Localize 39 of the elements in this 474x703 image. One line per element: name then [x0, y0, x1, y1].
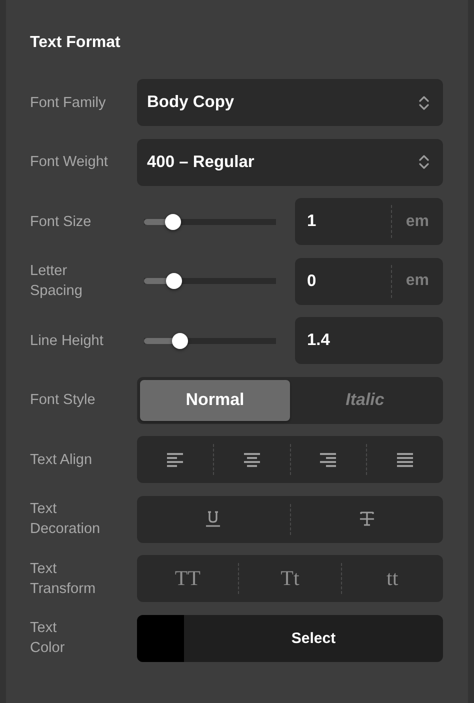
strikethrough-icon	[358, 511, 375, 527]
text-transform-button[interactable]: tt	[382, 564, 402, 593]
unit-label: em	[406, 272, 429, 290]
text-align-button[interactable]	[318, 450, 338, 468]
text-transform-button[interactable]: TT	[170, 564, 204, 593]
field-label: Font Family	[30, 94, 107, 112]
dropdown[interactable]: Body Copy	[137, 79, 443, 126]
field-label: Letter Spacing	[30, 262, 84, 301]
dropdown[interactable]: 400 – Regular	[137, 138, 443, 186]
panel-title: Text Format	[30, 34, 122, 53]
align-center-icon	[244, 452, 260, 466]
align-right-icon	[320, 452, 336, 466]
text-align-button[interactable]	[395, 450, 416, 468]
text-transform-button[interactable]: Tt	[276, 564, 304, 593]
unit-label: em	[406, 212, 429, 230]
field-label: Line Height	[30, 332, 104, 350]
slider-thumb[interactable]	[165, 214, 182, 230]
slider-thumb[interactable]	[166, 273, 182, 289]
field-label: Font Weight	[30, 153, 109, 172]
field-label: Font Style	[30, 391, 96, 410]
underline-icon	[205, 511, 222, 527]
field-label: Text Decoration	[30, 500, 102, 539]
chevron-updown-icon	[419, 154, 429, 170]
chevron-updown-icon	[419, 94, 429, 110]
style-option[interactable]: Normal	[140, 380, 290, 420]
number-field[interactable]: 1 em	[295, 198, 443, 245]
justify-icon	[397, 452, 414, 466]
number-field[interactable]: 0 em	[295, 258, 443, 304]
field-label: Font Size	[30, 212, 92, 232]
field-label: Text Align	[30, 450, 94, 470]
color-swatch[interactable]	[137, 614, 184, 662]
align-left-icon	[166, 452, 183, 466]
field-label: Text Transform	[30, 560, 97, 598]
style-option[interactable]: Italic	[290, 380, 440, 420]
field-label: Text Color	[30, 619, 66, 658]
text-align-button[interactable]	[242, 450, 262, 468]
text-align-button[interactable]	[164, 450, 185, 468]
number-field[interactable]: 1.4	[295, 317, 443, 364]
slider-thumb[interactable]	[172, 332, 188, 348]
